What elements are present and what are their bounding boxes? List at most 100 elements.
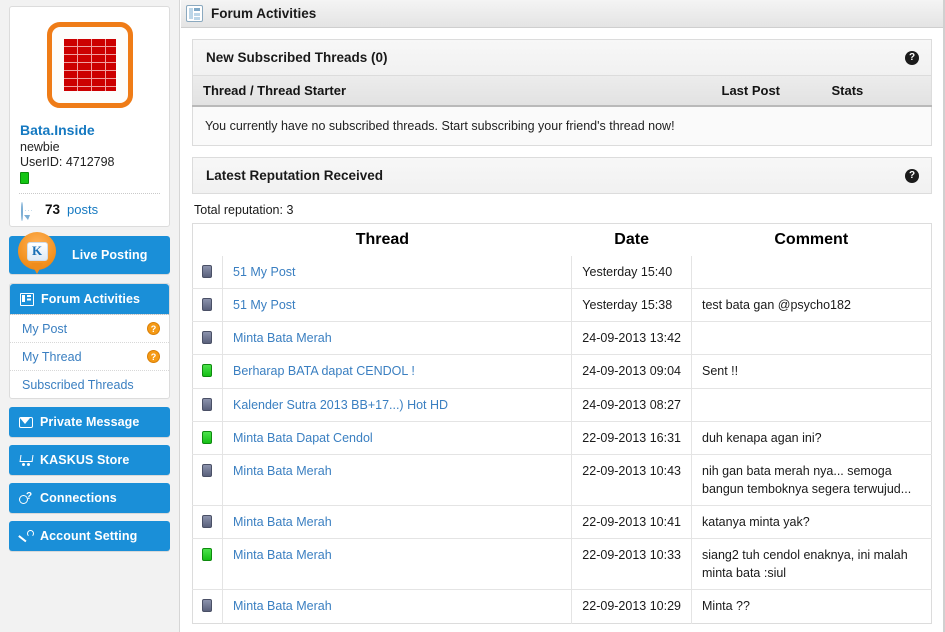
sidebar-item-label-forum-activities: Forum Activities xyxy=(41,292,141,306)
page-root: Bata.Inside newbie UserID: 4712798 ··· 7… xyxy=(0,0,945,632)
thread-cell: 51 My Post xyxy=(221,256,572,289)
thread-link[interactable]: Minta Bata Merah xyxy=(233,464,332,478)
avatar[interactable] xyxy=(19,16,160,122)
subscribed-threads-title: New Subscribed Threads (0) xyxy=(206,50,388,65)
sidebar-item-subscribed-threads[interactable]: Subscribed Threads xyxy=(10,370,169,398)
reputation-status-cell xyxy=(192,420,223,455)
reputation-status-cell xyxy=(192,288,223,322)
thread-cell: 51 My Post xyxy=(221,288,572,322)
table-row: 51 My Post Yesterday 15:40 xyxy=(193,256,932,289)
date-cell: 22-09-2013 10:41 xyxy=(571,504,692,539)
help-question-icon[interactable]: ? xyxy=(905,168,919,183)
connections-icon xyxy=(19,492,33,505)
date-cell: Yesterday 15:40 xyxy=(571,256,692,289)
reputation-table: Thread Date Comment 51 My Post Yesterday … xyxy=(192,223,932,624)
bata-status-icon xyxy=(202,331,212,345)
table-row: Minta Bata Dapat Cendol 22-09-2013 16:31 d… xyxy=(192,420,932,455)
reputation-table-wrap: Total reputation: 3 Thread Date Comment … xyxy=(192,194,932,624)
reputation-status-cell xyxy=(192,321,223,355)
bata-status-icon xyxy=(202,463,212,477)
date-cell: 24-09-2013 09:04 xyxy=(571,354,692,388)
subscribed-threads-header: New Subscribed Threads (0) ? xyxy=(192,39,932,76)
sidebar-item-account-setting[interactable]: Account Setting xyxy=(9,521,170,551)
table-row: Kalender Sutra 2013 BB+17...) Hot HD 24-0… xyxy=(192,387,932,422)
thread-cell: Minta Bata Merah xyxy=(221,321,572,355)
thread-link[interactable]: Kalender Sutra 2013 BB+17...) Hot HD xyxy=(233,398,448,412)
thread-link[interactable]: Minta Bata Merah xyxy=(233,548,332,562)
date-cell: 22-09-2013 16:31 xyxy=(571,420,692,455)
table-row: Minta Bata Merah 22-09-2013 10:41 katanya … xyxy=(192,504,932,539)
bata-status-icon xyxy=(202,515,212,528)
reputation-status-cell xyxy=(192,504,223,539)
comment-cell xyxy=(691,256,932,289)
question-mark-icon[interactable]: ? xyxy=(147,350,160,363)
thread-link[interactable]: Minta Bata Dapat Cendol xyxy=(233,431,373,445)
comment-cell xyxy=(691,321,932,355)
column-header-comment[interactable]: Comment xyxy=(692,224,932,257)
reputation-status-cell xyxy=(193,256,223,289)
shopping-cart-icon xyxy=(19,454,33,467)
date-cell: 24-09-2013 08:27 xyxy=(571,387,692,422)
total-reputation-value: 3 xyxy=(286,203,294,217)
sidebar-item-my-post[interactable]: My Post ? xyxy=(10,314,169,342)
column-header-date[interactable]: Date xyxy=(572,224,692,257)
thread-cell: Berharap BATA dapat CENDOL ! xyxy=(221,354,572,388)
sidebar: Bata.Inside newbie UserID: 4712798 ··· 7… xyxy=(0,0,180,632)
reputation-status-cell xyxy=(192,538,223,590)
comment-cell: katanya minta yak? xyxy=(691,504,932,539)
thread-link[interactable]: Minta Bata Merah xyxy=(233,515,332,529)
comment-cell: nih gan bata merah nya... semoga bangun … xyxy=(691,453,932,506)
profile-posts-row[interactable]: ··· 73 posts xyxy=(19,193,160,226)
thread-cell: Minta Bata Merah xyxy=(221,589,572,623)
thread-link[interactable]: 51 My Post xyxy=(233,298,296,312)
column-header-last-post[interactable]: Last Post xyxy=(711,76,822,107)
sidebar-item-label-kaskus-store: KASKUS Store xyxy=(40,453,130,467)
thread-cell: Minta Bata Merah xyxy=(221,504,572,539)
bata-status-icon xyxy=(202,397,212,411)
thread-link[interactable]: 51 My Post xyxy=(233,265,296,279)
date-cell: 24-09-2013 13:42 xyxy=(571,321,692,355)
comment-cell: test bata gan @psycho182 xyxy=(691,288,932,322)
thread-link[interactable]: Berharap BATA dapat CENDOL ! xyxy=(233,364,415,378)
question-mark-icon[interactable]: ? xyxy=(147,322,160,335)
column-header-stats[interactable]: Stats xyxy=(821,76,932,107)
sidebar-item-label-my-post: My Post xyxy=(22,321,68,336)
column-header-thread-starter[interactable]: Thread / Thread Starter xyxy=(192,76,712,107)
thread-link[interactable]: Minta Bata Merah xyxy=(233,331,332,345)
sidebar-item-forum-activities[interactable]: Forum Activities xyxy=(10,284,169,314)
date-cell: Yesterday 15:38 xyxy=(571,288,692,322)
wrench-icon xyxy=(19,529,34,543)
sidebar-item-my-thread[interactable]: My Thread ? xyxy=(10,342,169,370)
total-reputation: Total reputation: 3 xyxy=(192,194,932,223)
sidebar-item-private-message[interactable]: Private Message xyxy=(9,407,170,437)
sidebar-item-label-subscribed-threads: Subscribed Threads xyxy=(22,377,134,392)
bata-status-icon xyxy=(202,298,212,312)
table-row: Minta Bata Merah 22-09-2013 10:33 siang2 t… xyxy=(192,538,932,590)
comment-bubble-icon: ··· xyxy=(21,201,38,221)
panel-icon xyxy=(186,5,203,22)
reputation-panel: Latest Reputation Received ? xyxy=(192,157,932,194)
subscribed-threads-panel: New Subscribed Threads (0) ? Thread / Th… xyxy=(192,39,932,146)
date-cell: 22-09-2013 10:33 xyxy=(571,538,692,590)
comment-cell: Sent !! xyxy=(691,354,932,388)
sidebar-item-kaskus-store[interactable]: KASKUS Store xyxy=(9,445,170,475)
thread-link[interactable]: Minta Bata Merah xyxy=(233,599,332,613)
sidebar-item-label-my-thread: My Thread xyxy=(22,349,82,364)
sidebar-item-connections[interactable]: Connections xyxy=(9,483,170,513)
help-question-icon[interactable]: ? xyxy=(905,50,919,65)
bata-status-icon xyxy=(202,599,212,613)
sidebar-item-label-connections: Connections xyxy=(40,491,117,505)
profile-username[interactable]: Bata.Inside xyxy=(20,122,160,138)
thread-cell: Minta Bata Merah xyxy=(221,453,572,506)
column-header-thread[interactable]: Thread xyxy=(193,224,572,257)
subscribed-threads-table: Thread / Thread Starter Last Post Stats … xyxy=(192,76,932,146)
page-title: Forum Activities xyxy=(211,6,317,21)
sidebar-item-live-posting[interactable]: K Live Posting xyxy=(9,232,170,274)
table-header-row: Thread / Thread Starter Last Post Stats xyxy=(192,76,932,107)
table-header-row: Thread Date Comment xyxy=(193,224,932,257)
thread-cell: Minta Bata Merah xyxy=(221,538,572,590)
reputation-status-cell xyxy=(192,387,223,422)
reputation-table-body: 51 My Post Yesterday 15:40 51 My Post Yeste… xyxy=(192,256,932,623)
reputation-title: Latest Reputation Received xyxy=(206,168,384,183)
comment-cell xyxy=(691,387,932,422)
